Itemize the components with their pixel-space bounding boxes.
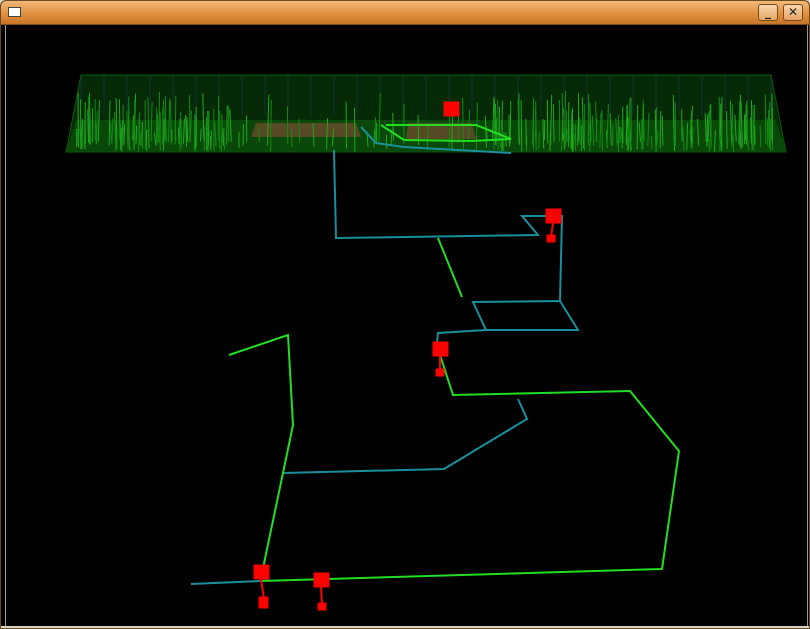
grass-blade [145, 129, 148, 151]
grass-blade [118, 99, 121, 141]
close-button[interactable]: ✕ [783, 4, 803, 21]
grass-blade [546, 99, 549, 144]
grass-blade [579, 117, 581, 146]
title-bar[interactable]: _ ✕ [1, 1, 809, 25]
grass-blade [508, 114, 511, 147]
scene-canvas[interactable] [6, 25, 807, 626]
grass-blade [731, 104, 734, 148]
grass-blade [392, 112, 394, 141]
markers[interactable] [253, 101, 562, 611]
route-teal [190, 149, 580, 585]
grass-blade [517, 99, 520, 143]
app-window: _ ✕ [0, 0, 810, 629]
grass-blade [177, 127, 180, 144]
grass-blade [132, 115, 134, 141]
grass-blade [170, 100, 172, 145]
grass-blade [659, 111, 662, 149]
marker-4[interactable] [253, 564, 270, 609]
grass-blade [290, 129, 293, 148]
grass-blade [128, 96, 130, 149]
grass-blade [158, 91, 160, 144]
grass-blade [193, 114, 196, 150]
grass-blade [509, 101, 512, 144]
grass-blade [174, 119, 177, 141]
grass-blade [226, 105, 228, 145]
marker-1[interactable] [443, 101, 460, 117]
marker-5[interactable] [313, 572, 330, 611]
grass-blade [195, 106, 197, 150]
grass-blade [373, 129, 376, 148]
grass-blade [96, 111, 98, 145]
grass-blade [520, 100, 523, 152]
minimize-button[interactable]: _ [758, 4, 778, 21]
grass-blade [542, 119, 545, 149]
grass-blade [221, 114, 224, 144]
minimize-icon: _ [765, 5, 771, 19]
grass-blade [185, 121, 188, 142]
grass-blade [209, 136, 212, 151]
grass-blade [771, 93, 773, 144]
grass-blade [636, 105, 639, 150]
window-icon[interactable] [8, 7, 21, 17]
grass-blade [726, 110, 728, 149]
grass-blade [157, 114, 159, 143]
3d-viewport[interactable] [5, 25, 808, 626]
grass-blade [661, 115, 664, 146]
grass-blade [270, 99, 272, 152]
marker-2[interactable] [545, 208, 562, 243]
close-icon: ✕ [787, 5, 799, 19]
grass-blade [750, 117, 752, 144]
grass-blade [617, 120, 619, 147]
route-green [228, 237, 681, 582]
grass-blade [81, 118, 84, 150]
grass-blade [135, 125, 137, 145]
grass-blade [740, 133, 742, 150]
